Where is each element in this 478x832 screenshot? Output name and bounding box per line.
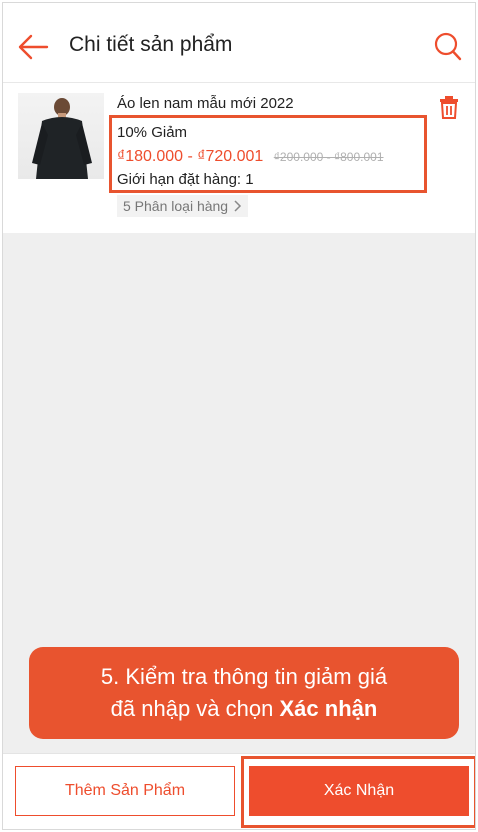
page-title: Chi tiết sản phẩm bbox=[69, 33, 233, 56]
callout-line-2: đã nhập và chọn Xác nhận bbox=[29, 693, 459, 725]
screen-frame: Chi tiết sản phẩm Áo len nam mẫu mới 202… bbox=[2, 2, 476, 830]
product-card: Áo len nam mẫu mới 2022 10% Giảm ₫180.00… bbox=[3, 83, 475, 233]
order-limit: Giới hạn đặt hàng: 1 bbox=[117, 171, 254, 188]
confirm-button[interactable]: Xác Nhận bbox=[249, 766, 469, 816]
callout-line-2-bold: Xác nhận bbox=[279, 696, 378, 721]
callout-line-2-text: đã nhập và chọn bbox=[110, 696, 274, 721]
discount-percent: 10% Giảm bbox=[117, 124, 188, 141]
callout-line-1: 5. Kiểm tra thông tin giảm giá bbox=[100, 664, 388, 689]
product-name: Áo len nam mẫu mới 2022 bbox=[117, 95, 294, 112]
back-arrow-icon[interactable] bbox=[17, 33, 49, 61]
price-row: ₫180.000 - ₫720.001 ₫200.000 - ₫800.001 bbox=[117, 148, 384, 166]
bottom-action-bar: Thêm Sản Phẩm Xác Nhận bbox=[3, 753, 475, 829]
variants-chip[interactable]: 5 Phân loại hàng bbox=[117, 195, 249, 217]
add-product-button[interactable]: Thêm Sản Phẩm bbox=[15, 766, 235, 816]
trash-icon[interactable] bbox=[439, 95, 459, 119]
search-icon[interactable] bbox=[433, 31, 463, 63]
app-header: Chi tiết sản phẩm bbox=[3, 3, 475, 83]
chevron-right-icon bbox=[234, 200, 242, 212]
product-thumbnail bbox=[18, 93, 104, 179]
discounted-price: ₫180.000 - ₫720.001 bbox=[117, 148, 264, 165]
variants-label: 5 Phân loại hàng bbox=[123, 198, 229, 214]
original-price: ₫200.000 - ₫800.001 bbox=[273, 150, 384, 164]
instruction-callout: 5. Kiểm tra thông tin giảm giá đã nhập v… bbox=[29, 647, 459, 739]
